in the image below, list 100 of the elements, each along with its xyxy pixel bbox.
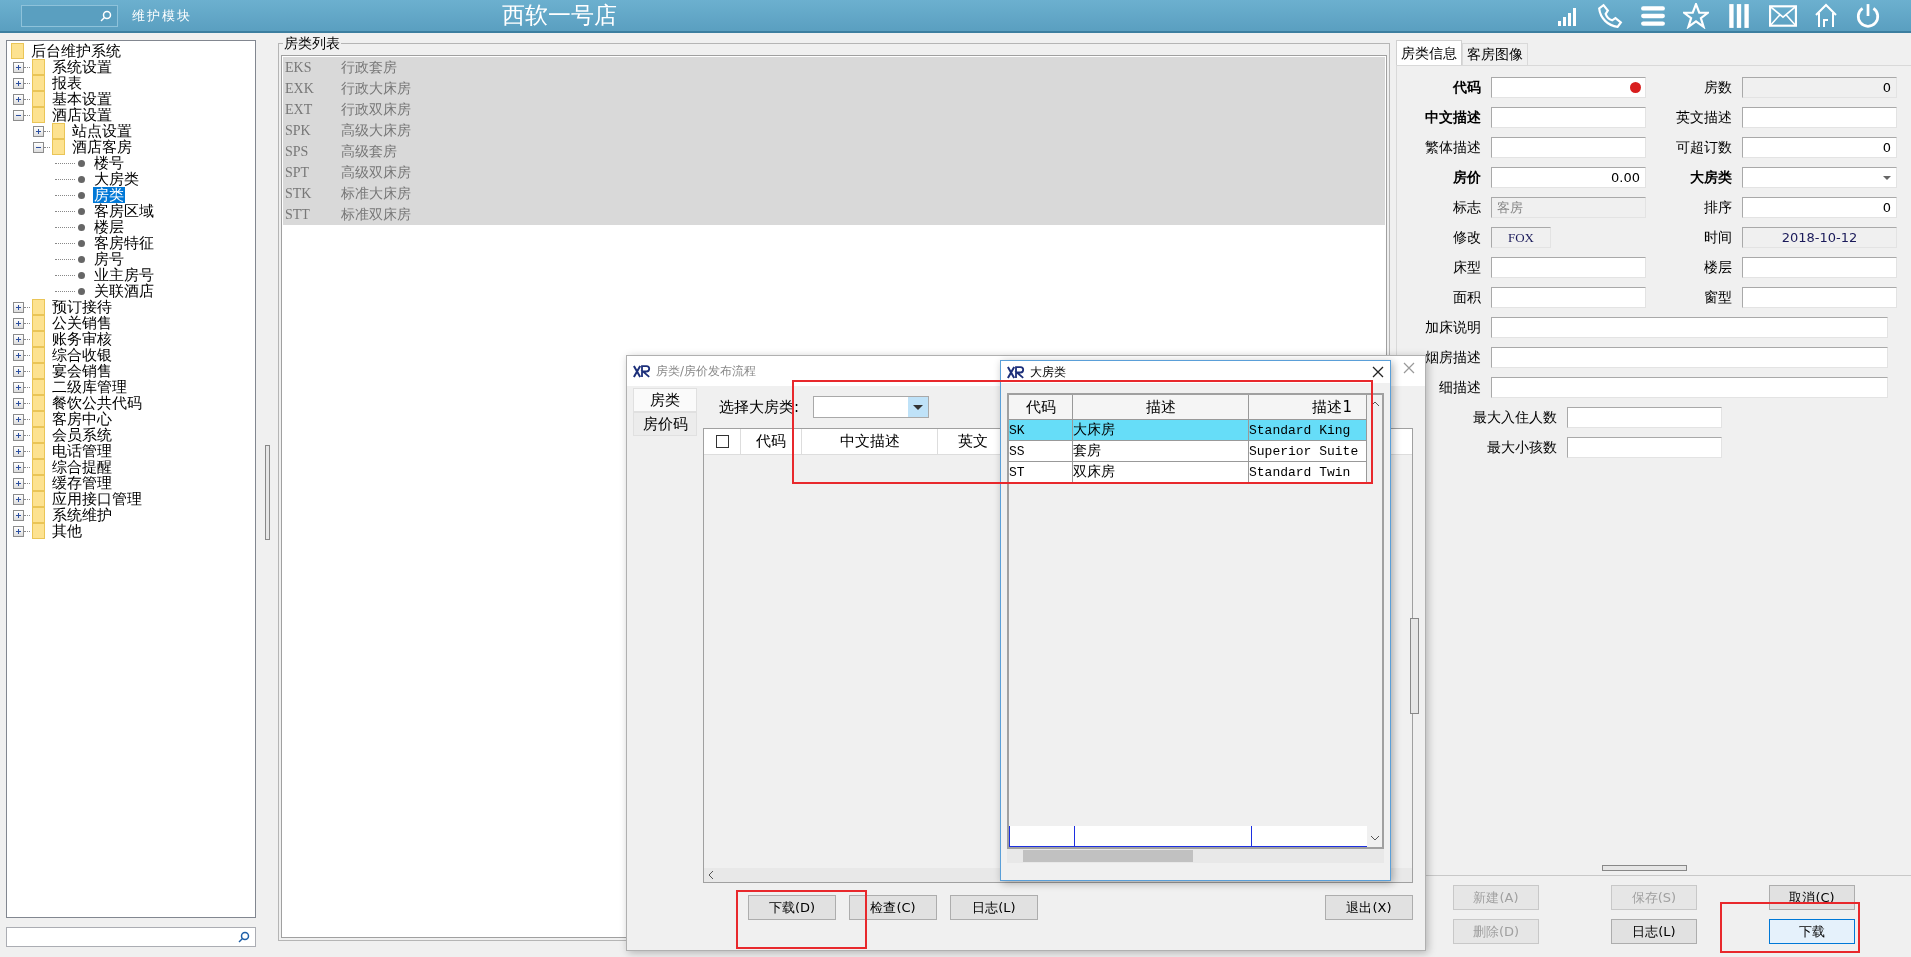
scrollbar-thumb[interactable] (1023, 850, 1193, 862)
tree-item[interactable]: 系统维护 (51, 507, 113, 523)
tab[interactable]: 客房图像 (1462, 43, 1528, 65)
table-row[interactable]: SS 套房 Superior Suite (1009, 441, 1367, 462)
expand-icon[interactable] (33, 125, 44, 137)
input-field[interactable] (1742, 287, 1897, 308)
tree-item[interactable]: 二级库管理 (51, 379, 128, 395)
phone-icon[interactable] (1597, 2, 1623, 29)
tree-item[interactable]: 客房特征 (93, 235, 155, 251)
expand-icon[interactable] (13, 493, 24, 505)
caret-icon[interactable] (1883, 175, 1891, 180)
new-row[interactable] (1009, 826, 1367, 847)
column-header[interactable]: 代码 (1009, 395, 1073, 419)
tree-item[interactable]: 报表 (51, 75, 83, 91)
expand-icon[interactable] (13, 397, 24, 409)
input-field[interactable] (1491, 377, 1888, 398)
tree-item[interactable]: 账务审核 (51, 331, 113, 347)
input-field[interactable] (1491, 107, 1646, 128)
expand-icon[interactable] (13, 365, 24, 377)
checkbox[interactable] (715, 435, 729, 448)
tree-item[interactable]: 楼号 (93, 155, 125, 171)
dropdown-field[interactable] (813, 396, 930, 418)
horizontal-scrollbar[interactable] (1007, 849, 1384, 863)
expand-icon[interactable] (13, 381, 24, 393)
tab[interactable]: 房类信息 (1396, 40, 1462, 65)
tree-item[interactable]: 客房区域 (93, 203, 155, 219)
expand-icon[interactable] (13, 413, 24, 425)
collapse-icon[interactable] (33, 141, 44, 153)
tree-item[interactable]: 业主房号 (93, 267, 155, 283)
tree-item[interactable]: 房类 (93, 187, 125, 203)
expand-icon[interactable] (13, 333, 24, 345)
mail-icon[interactable] (1769, 4, 1797, 27)
splitter-handle[interactable] (1602, 865, 1687, 871)
input-field[interactable] (1567, 407, 1722, 428)
expand-icon[interactable] (13, 301, 24, 313)
button[interactable]: 日志(L) (1611, 919, 1697, 944)
tab[interactable]: 房价码 (633, 412, 697, 436)
tree-item[interactable]: 应用接口管理 (51, 491, 143, 507)
star-icon[interactable] (1683, 2, 1709, 29)
input-field[interactable]: FOX (1491, 227, 1551, 248)
expand-icon[interactable] (13, 77, 24, 89)
tab[interactable]: 房类 (633, 388, 697, 412)
tree-item[interactable]: 预订接待 (51, 299, 113, 315)
input-field[interactable]: 2018-10-12 (1742, 227, 1897, 248)
expand-icon[interactable] (13, 445, 24, 457)
expand-icon[interactable] (13, 317, 24, 329)
input-field[interactable] (1491, 287, 1646, 308)
button[interactable]: 退出(X) (1325, 895, 1413, 920)
input-field[interactable] (1742, 257, 1897, 278)
close-icon[interactable] (1372, 366, 1384, 378)
input-field[interactable] (1567, 437, 1722, 458)
tree-item[interactable]: 系统设置 (51, 59, 113, 75)
column-header[interactable]: 中文描述 (802, 429, 938, 454)
collapse-icon[interactable] (13, 109, 24, 121)
expand-icon[interactable] (13, 477, 24, 489)
tree-item[interactable]: 站点设置 (71, 123, 133, 139)
expand-icon[interactable] (13, 525, 24, 537)
scroll-left-icon[interactable] (708, 870, 714, 880)
columns-icon[interactable] (1726, 2, 1752, 29)
input-field[interactable]: 0.00 (1491, 167, 1646, 188)
tree-item[interactable]: 综合提醒 (51, 459, 113, 475)
input-field[interactable] (1491, 257, 1646, 278)
input-field[interactable]: 0 (1742, 77, 1897, 98)
search-field[interactable] (6, 927, 256, 947)
input-field[interactable] (1491, 347, 1888, 368)
tree-item[interactable]: 酒店客房 (71, 139, 133, 155)
input-field[interactable] (1491, 77, 1646, 98)
input-field[interactable] (1491, 137, 1646, 158)
button[interactable]: 下载(D) (748, 895, 836, 920)
splitter-handle[interactable] (265, 445, 270, 540)
tree-item[interactable]: 缓存管理 (51, 475, 113, 491)
expand-icon[interactable] (13, 61, 24, 73)
expand-icon[interactable] (13, 349, 24, 361)
tree-item[interactable]: 后台维护系统 (30, 43, 122, 59)
expand-icon[interactable] (13, 461, 24, 473)
tree-item[interactable]: 餐饮公共代码 (51, 395, 143, 411)
column-header[interactable]: 描述 (1073, 395, 1249, 419)
dropdown-field[interactable] (1742, 167, 1897, 188)
search-field[interactable] (21, 4, 118, 27)
tree-item[interactable]: 综合收银 (51, 347, 113, 363)
input-field[interactable] (1491, 317, 1888, 338)
expand-icon[interactable] (13, 509, 24, 521)
input-field[interactable]: 0 (1742, 137, 1897, 158)
tree-item[interactable]: 其他 (51, 523, 83, 539)
expand-icon[interactable] (13, 93, 24, 105)
button[interactable]: 下载 (1769, 919, 1855, 944)
scroll-down-icon[interactable] (1369, 835, 1380, 841)
vertical-scrollbar[interactable] (1410, 618, 1419, 714)
power-icon[interactable] (1855, 2, 1881, 29)
tree-item[interactable]: 楼层 (93, 219, 125, 235)
input-field[interactable]: 0 (1742, 197, 1897, 218)
table-row[interactable]: ST 双床房 Standard Twin (1009, 462, 1367, 483)
expand-icon[interactable] (13, 429, 24, 441)
tree-item[interactable]: 房号 (93, 251, 125, 267)
input-field[interactable] (1742, 107, 1897, 128)
tree-item[interactable]: 大房类 (93, 171, 140, 187)
button[interactable]: 检查(C) (849, 895, 937, 920)
tree-item[interactable]: 公关销售 (51, 315, 113, 331)
tree-item[interactable]: 关联酒店 (93, 283, 155, 299)
house-icon[interactable] (1814, 2, 1838, 29)
